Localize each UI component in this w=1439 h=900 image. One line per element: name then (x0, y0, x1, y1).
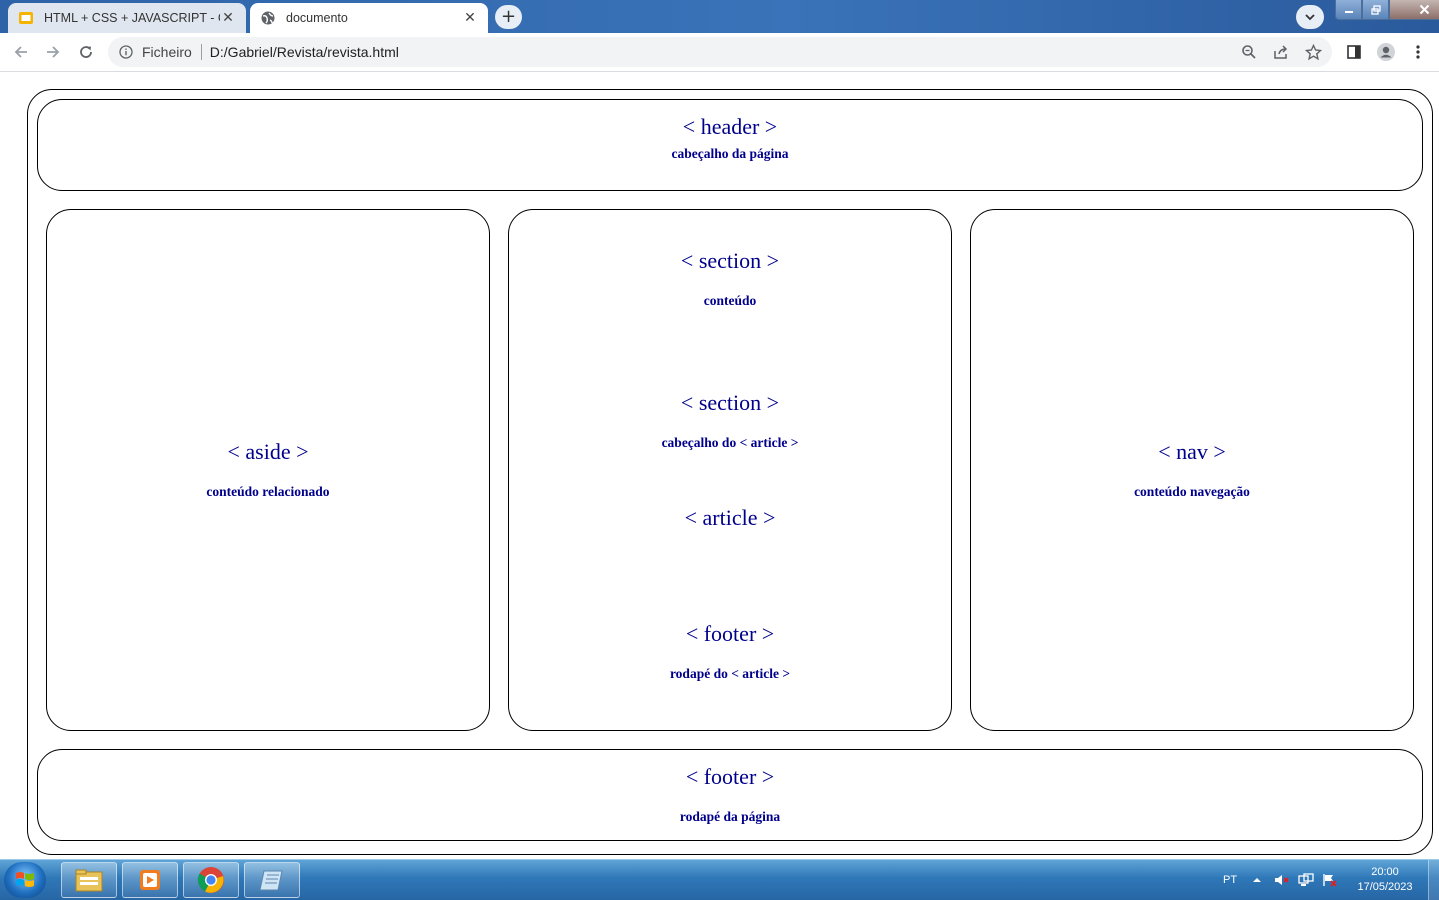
article-tag: < article > (684, 505, 776, 530)
footer-tag: < footer > (685, 764, 775, 789)
start-button[interactable] (4, 862, 46, 898)
url-text[interactable]: D:/Gabriel/Revista/revista.html (210, 44, 399, 60)
browser-toolbar: Ficheiro D:/Gabriel/Revista/revista.html (0, 33, 1439, 72)
forward-arrow-icon[interactable] (43, 42, 63, 62)
header-box: < header > cabeçalho da página (37, 99, 1423, 191)
header-desc: cabeçalho da página (671, 146, 789, 161)
taskbar-notepad[interactable] (244, 862, 300, 898)
tab-documento[interactable]: documento ✕ (250, 3, 488, 33)
taskbar-explorer[interactable] (61, 862, 117, 898)
globe-icon (260, 10, 276, 26)
windows-taskbar: PT 20:00 17/05/2023 (0, 859, 1439, 900)
tab-title: documento (286, 11, 348, 25)
reload-icon[interactable] (76, 42, 96, 62)
back-arrow-icon[interactable] (11, 42, 31, 62)
section-tag: < section > (680, 248, 780, 273)
close-icon (1419, 4, 1429, 15)
address-bar[interactable]: Ficheiro D:/Gabriel/Revista/revista.html (108, 37, 1332, 67)
site-label: Ficheiro (142, 44, 192, 60)
close-icon[interactable]: ✕ (462, 10, 478, 26)
clock-date: 17/05/2023 (1357, 881, 1413, 893)
section-desc-2: cabeçalho do < article > (661, 435, 799, 450)
article-footer-tag: < footer > (685, 621, 775, 646)
section-tag-2: < section > (680, 390, 780, 415)
nav-desc: conteúdo navegação (1134, 484, 1250, 499)
restore-button[interactable] (1362, 0, 1389, 20)
chevron-down-icon (1305, 14, 1315, 21)
footer-desc: rodapé da página (679, 809, 781, 824)
close-window-button[interactable] (1389, 0, 1439, 20)
profile-avatar-icon[interactable] (1376, 42, 1396, 62)
nav-tag: < nav > (1158, 439, 1226, 464)
system-clock[interactable]: 20:00 17/05/2023 (1352, 865, 1418, 895)
taskbar-media-player[interactable] (122, 862, 178, 898)
new-tab-button[interactable]: + (495, 5, 522, 29)
minimize-button[interactable] (1335, 0, 1362, 20)
main-box: < section > conteúdo < section > cabeçal… (508, 209, 952, 731)
action-center-flag-icon[interactable] (1322, 860, 1338, 900)
folder-icon (75, 869, 103, 892)
show-desktop-button[interactable] (1428, 860, 1439, 900)
page-viewport: < header > cabeçalho da página < aside >… (0, 72, 1439, 857)
network-icon[interactable] (1298, 860, 1314, 900)
browser-tab-strip: HTML + CSS + JAVASCRIPT - Goo ✕ document… (0, 0, 1439, 33)
language-indicator[interactable]: PT (1223, 860, 1237, 900)
slides-icon (18, 10, 34, 26)
clock-time: 20:00 (1371, 866, 1399, 878)
media-player-icon (140, 870, 160, 890)
close-icon[interactable]: ✕ (220, 10, 236, 26)
volume-muted-icon[interactable] (1274, 860, 1290, 900)
nav-box: < nav > conteúdo navegação (970, 209, 1414, 731)
windows-logo-icon (16, 872, 34, 887)
share-icon[interactable] (1271, 37, 1291, 67)
chrome-icon (197, 867, 224, 893)
divider (200, 44, 202, 60)
restore-icon (1370, 4, 1381, 15)
tab-title: HTML + CSS + JAVASCRIPT - Goo (44, 11, 220, 25)
taskbar-chrome[interactable] (183, 862, 239, 898)
menu-kebab-icon[interactable] (1408, 42, 1428, 62)
footer-box: < footer > rodapé da página (37, 749, 1423, 841)
aside-tag: < aside > (227, 439, 309, 464)
notepad-icon (259, 870, 283, 891)
aside-desc: conteúdo relacionado (206, 484, 330, 499)
window-controls (1335, 0, 1439, 20)
minimize-icon (1344, 10, 1353, 13)
info-icon[interactable] (119, 45, 133, 59)
article-footer-desc: rodapé do < article > (669, 666, 791, 681)
tab-search-button[interactable] (1296, 5, 1324, 29)
tab-html-css-javascript[interactable]: HTML + CSS + JAVASCRIPT - Goo ✕ (8, 3, 246, 33)
aside-box: < aside > conteúdo relacionado (46, 209, 490, 731)
zoom-icon[interactable] (1239, 37, 1259, 67)
chevron-up-icon (1253, 878, 1261, 882)
side-panel-icon[interactable] (1344, 42, 1364, 62)
bookmark-star-icon[interactable] (1303, 37, 1323, 67)
header-tag: < header > (682, 114, 778, 139)
section-desc: conteúdo (703, 293, 757, 308)
show-hidden-icons-button[interactable] (1252, 860, 1262, 900)
